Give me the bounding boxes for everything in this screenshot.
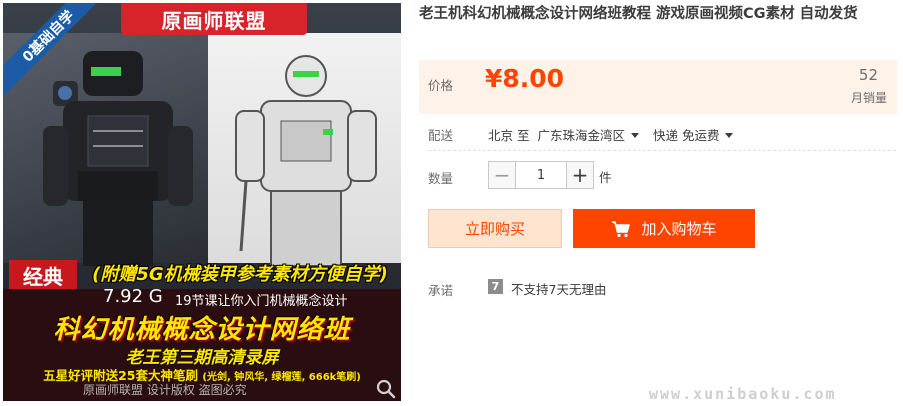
divider (428, 150, 896, 151)
shipping-label: 配送 (428, 128, 454, 143)
zoom-icon[interactable] (375, 378, 397, 400)
course-size: 7.92 G (103, 286, 163, 307)
promise-text[interactable]: 不支持7天无理由 (511, 279, 606, 298)
image-banner-title: 原画师联盟 (121, 3, 307, 35)
dark-mech-robot-illustration (43, 51, 193, 266)
shipping-method-dropdown[interactable]: 快递 免运费 (653, 125, 747, 144)
gift-banner: (附赠5G机械装甲参考素材方便自学) (92, 264, 388, 285)
add-to-cart-button[interactable]: 加入购物车 (573, 209, 755, 248)
shipping-method: 快递 免运费 (653, 128, 720, 143)
site-watermark: www.xunibaoku.com (649, 385, 837, 403)
light-mech-robot-illustration (235, 55, 377, 266)
price-value: ¥8.00 (485, 64, 565, 93)
chevron-down-icon (631, 133, 639, 138)
shipping-destination: 广东珠海金湾区 (537, 128, 625, 143)
image-footer: 原画师联盟 设计版权 盗图必究 (83, 383, 247, 397)
quantity-unit: 件 (599, 170, 612, 185)
quantity-input[interactable] (516, 161, 566, 189)
shipping-from: 北京 至 (488, 128, 530, 143)
buy-now-button[interactable]: 立即购买 (428, 209, 562, 248)
quantity-label: 数量 (428, 171, 454, 186)
quantity-decrease-button[interactable]: − (488, 161, 516, 189)
shipping-row: 北京 至 广东珠海金湾区 快递 免运费 (488, 125, 747, 144)
add-to-cart-label: 加入购物车 (641, 220, 717, 238)
no-7-day-return-icon: 7 (488, 279, 503, 294)
price-label: 价格 (428, 78, 454, 93)
quantity-stepper: − + (488, 161, 594, 189)
product-title: 老王机科幻机械概念设计网络班教程 游戏原画视频CG素材 自动发货 (419, 6, 858, 22)
chevron-down-icon (725, 133, 734, 138)
classic-badge: 经典 (9, 260, 77, 290)
price-panel: 价格 ¥8.00 52 月销量 (419, 60, 897, 114)
course-lessons: 19节课让你入门机械概念设计 (175, 294, 348, 309)
monthly-sales-count: 52 (858, 66, 878, 84)
course-title: 科幻机械概念设计网络班 (53, 315, 351, 345)
monthly-sales-label: 月销量 (850, 91, 887, 105)
shipping-destination-dropdown[interactable]: 广东珠海金湾区 (537, 125, 653, 144)
shopping-cart-icon (612, 220, 631, 237)
promise-label: 承诺 (428, 283, 454, 298)
product-image[interactable]: 原画师联盟 0基础自学 经典 (附赠5G机械装甲参考素材方便自学) 7.92 G… (3, 3, 401, 401)
quantity-increase-button[interactable]: + (566, 161, 594, 189)
